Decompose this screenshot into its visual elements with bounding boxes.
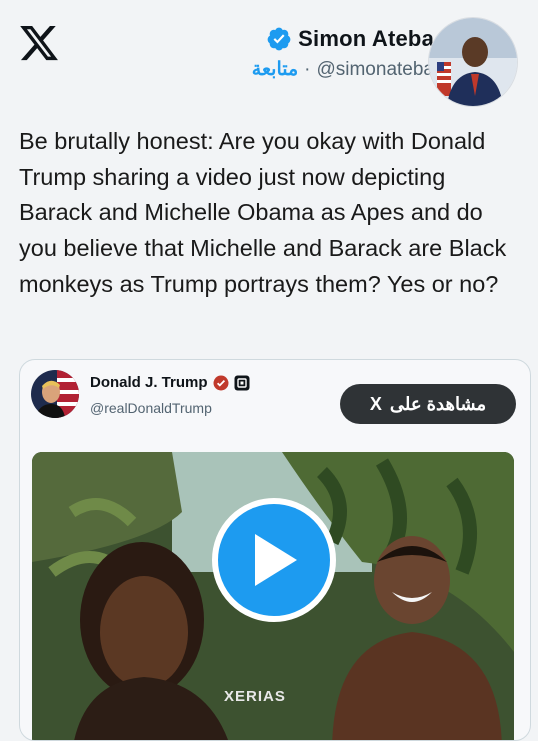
verified-badge-icon	[213, 375, 229, 390]
quoted-author-name[interactable]: Donald J. Trump	[90, 374, 208, 391]
video-watermark: XERIAS	[224, 688, 286, 705]
author-name[interactable]: Simon Ateba	[298, 26, 434, 52]
affiliate-badge-icon	[234, 375, 250, 390]
x-logo-icon: X	[369, 393, 382, 414]
play-icon	[255, 534, 297, 586]
follow-button[interactable]: متابعة	[252, 58, 298, 81]
quoted-post-card[interactable]: Donald J. Trump @realDonaldTrump مشاهدة …	[19, 359, 531, 741]
author-handle[interactable]: @simonateba	[316, 59, 434, 81]
author-avatar[interactable]	[428, 17, 518, 107]
verified-badge-icon	[267, 27, 291, 51]
view-on-x-button[interactable]: مشاهدة على X	[340, 384, 516, 424]
play-button[interactable]	[212, 498, 336, 622]
tweet-text: Be brutally honest: Are you okay with Do…	[19, 128, 507, 297]
view-button-label: مشاهدة على	[389, 393, 487, 414]
video-thumbnail[interactable]: XERIAS	[32, 452, 514, 740]
handle-separator: ·	[304, 58, 311, 80]
x-logo-icon[interactable]	[18, 22, 60, 64]
quoted-author-handle[interactable]: @realDonaldTrump	[90, 400, 212, 416]
tweet-author: Simon Ateba متابعة · @simonateba	[252, 26, 434, 81]
quoted-author-avatar[interactable]	[31, 370, 79, 418]
